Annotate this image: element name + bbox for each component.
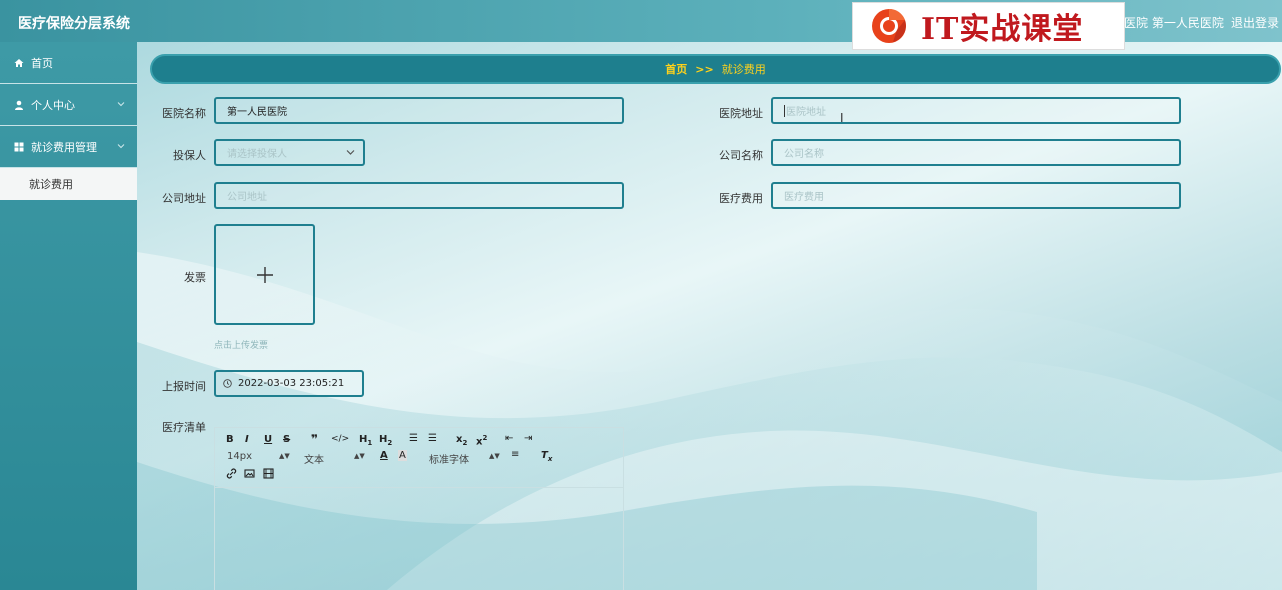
breadcrumb-current: 就诊费用 [721, 63, 766, 76]
user-info: 医院 第一人民医院 [1124, 16, 1224, 30]
company-address-field[interactable]: 公司地址 [214, 182, 624, 209]
font-family-value: 标准字体 [429, 455, 469, 466]
outdent-icon[interactable]: ⇤ [505, 433, 513, 444]
background-color-icon[interactable]: A [398, 450, 407, 461]
invoice-hint: 点击上传发票 [214, 341, 269, 351]
report-time-picker[interactable]: 2022-03-03 23:05:21 [214, 370, 364, 397]
font-family-select[interactable]: 标准字体 ▲▼ [429, 451, 500, 466]
subscript-icon[interactable]: x2 [456, 434, 467, 447]
company-name-placeholder: 公司名称 [784, 149, 824, 160]
sidebar-item-home[interactable]: 首页 [0, 42, 137, 84]
strikethrough-icon[interactable]: S [283, 434, 290, 445]
code-block-icon[interactable]: </> [331, 434, 349, 444]
company-name-label: 公司名称 [719, 149, 763, 162]
breadcrumb-separator: >> [695, 62, 714, 76]
heading-2-icon[interactable]: H2 [379, 434, 392, 447]
clock-icon [223, 379, 232, 388]
invoice-upload-button[interactable] [214, 224, 315, 325]
report-time-label: 上报时间 [162, 380, 206, 393]
invoice-label: 发票 [184, 271, 206, 284]
sidebar-item-visit-cost-management[interactable]: 就诊费用管理 [0, 126, 137, 168]
grid-icon [14, 142, 24, 151]
sidebar-item-personal-center[interactable]: 个人中心 [0, 84, 137, 126]
hospital-name-value: 第一人民医院 [227, 107, 287, 118]
logout-link[interactable]: 退出登录 [1231, 14, 1279, 31]
plus-icon [256, 266, 273, 283]
home-icon [14, 58, 24, 67]
i-beam-cursor-icon: I [840, 111, 844, 125]
chevron-down-icon [117, 102, 125, 107]
select-arrows-icon: ▲▼ [279, 452, 290, 460]
hospital-name-field[interactable]: 第一人民医院 [214, 97, 624, 124]
align-icon[interactable]: ≡ [511, 449, 519, 460]
select-arrows-icon: ▲▼ [354, 452, 365, 460]
font-color-icon[interactable]: A [380, 450, 388, 461]
italic-icon[interactable]: I [245, 434, 249, 445]
medical-cost-label: 医疗费用 [719, 192, 763, 205]
image-icon[interactable] [244, 468, 255, 479]
submenu-item-visit-cost[interactable]: 就诊费用 [0, 168, 137, 200]
editor-content-area[interactable] [215, 488, 623, 590]
watermark: IT实战课堂 [852, 2, 1125, 50]
medical-cost-field[interactable]: 医疗费用 [771, 182, 1181, 209]
editor-toolbar: B I U S ❞ </> H1 H2 ☰ ☰ x2 x2 ⇤ ⇥ 14px ▲… [215, 428, 623, 488]
text-cursor [784, 104, 785, 117]
company-address-label: 公司地址 [162, 192, 206, 205]
hospital-address-field[interactable]: 医院地址 [771, 97, 1181, 124]
watermark-text: IT实战课堂 [921, 12, 1084, 47]
medical-cost-placeholder: 医疗费用 [784, 192, 824, 203]
text-style-value: 文本 [304, 455, 324, 466]
breadcrumb-home[interactable]: 首页 [665, 61, 687, 77]
bold-icon[interactable]: B [226, 434, 234, 445]
hospital-address-label: 医院地址 [719, 107, 763, 120]
underline-icon[interactable]: U [264, 434, 272, 445]
font-size-value: 14px [227, 451, 252, 462]
bullet-list-icon[interactable]: ☰ [428, 433, 437, 444]
insured-label: 投保人 [173, 149, 206, 162]
medical-list-label: 医疗清单 [162, 421, 206, 434]
sidebar: 首页 个人中心 就诊费用管理 就诊费用 [0, 42, 137, 590]
sidebar-item-label: 个人中心 [31, 98, 75, 112]
chevron-down-icon [117, 144, 125, 149]
breadcrumb: 首页 >> 就诊费用 [150, 54, 1281, 84]
clear-format-icon[interactable]: Tx [541, 450, 552, 463]
link-icon[interactable] [226, 468, 237, 479]
sidebar-item-label: 首页 [31, 56, 53, 70]
app-title: 医疗保险分层系统 [18, 16, 130, 32]
indent-icon[interactable]: ⇥ [524, 433, 532, 444]
blockquote-icon[interactable]: ❞ [311, 432, 318, 446]
user-icon [15, 100, 23, 110]
video-icon[interactable] [263, 468, 274, 479]
sidebar-item-label: 就诊费用管理 [31, 140, 97, 154]
chrome-logo-icon [872, 8, 906, 43]
company-name-field[interactable]: 公司名称 [771, 139, 1181, 166]
company-address-placeholder: 公司地址 [227, 192, 267, 203]
text-style-select[interactable]: 文本 ▲▼ [304, 451, 365, 466]
chevron-down-icon [346, 150, 355, 155]
ordered-list-icon[interactable]: ☰ [409, 433, 418, 444]
insured-placeholder: 请选择投保人 [227, 149, 287, 160]
rich-text-editor: B I U S ❞ </> H1 H2 ☰ ☰ x2 x2 ⇤ ⇥ 14px ▲… [214, 427, 624, 590]
hospital-address-placeholder: 医院地址 [786, 107, 826, 118]
insured-select[interactable]: 请选择投保人 [214, 139, 365, 166]
font-size-select[interactable]: 14px ▲▼ [227, 451, 290, 462]
report-time-value: 2022-03-03 23:05:21 [238, 378, 345, 389]
heading-1-icon[interactable]: H1 [359, 434, 372, 447]
select-arrows-icon: ▲▼ [489, 452, 500, 460]
hospital-name-label: 医院名称 [162, 107, 206, 120]
superscript-icon[interactable]: x2 [476, 434, 487, 447]
